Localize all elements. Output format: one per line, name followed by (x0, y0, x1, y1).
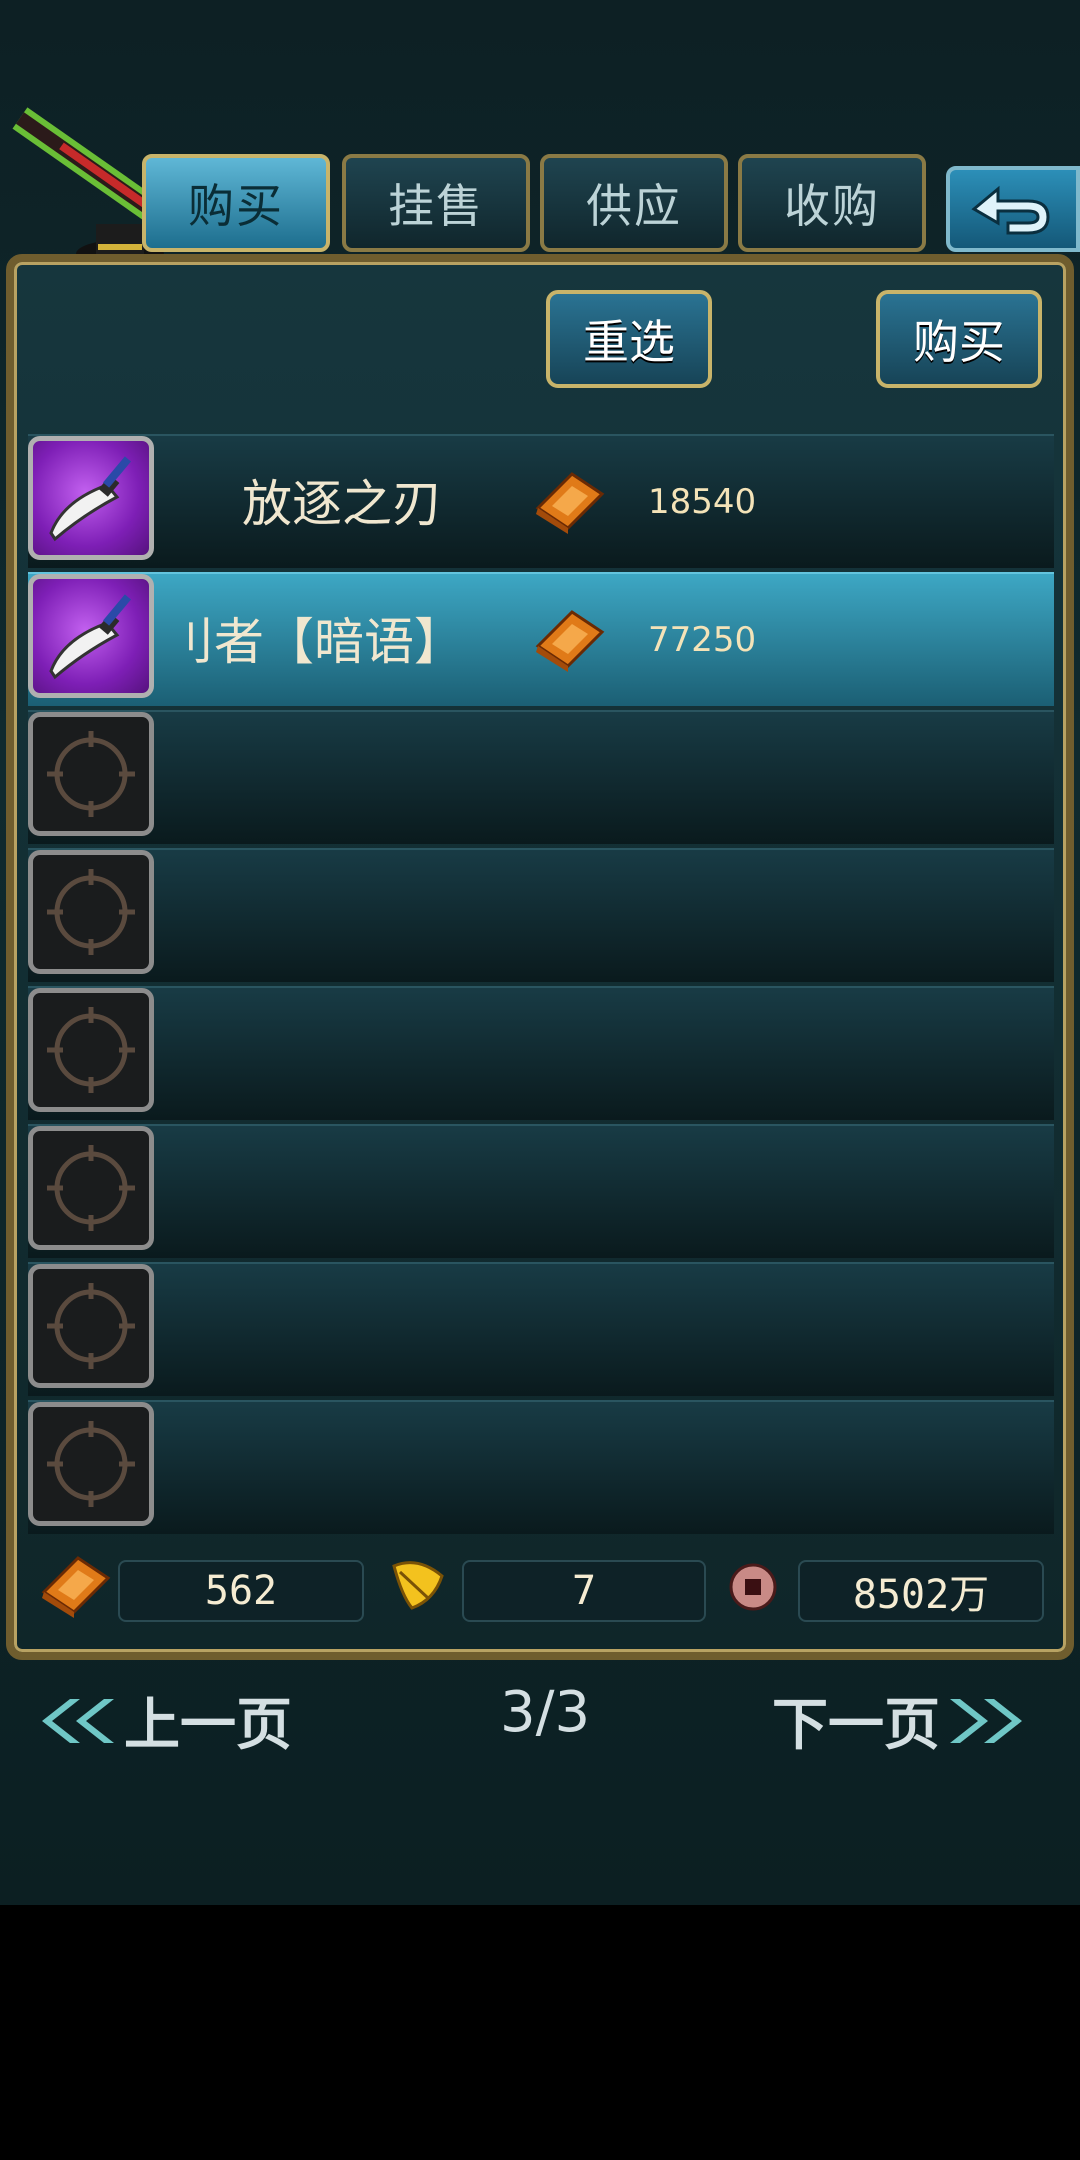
empty-slot (28, 1126, 154, 1250)
double-chevron-left-icon (42, 1698, 114, 1743)
blade-icon (49, 456, 131, 542)
empty-slot-icon (47, 731, 135, 817)
item-price: 77250 (648, 620, 757, 660)
listing-row[interactable]: 刂者【暗语】 77250 (28, 572, 1054, 706)
next-page-button[interactable]: 下一页 (772, 1680, 1044, 1761)
return-arrow-icon (971, 185, 1050, 235)
coin-balance: 8502万 (798, 1560, 1044, 1622)
tab-consign[interactable]: 挂售 (342, 154, 530, 252)
empty-slot (28, 1402, 154, 1526)
item-slot (28, 436, 154, 560)
tab-buy[interactable]: 购买 (142, 154, 330, 252)
empty-slot-row[interactable] (28, 1400, 1054, 1534)
empty-slot-row[interactable] (28, 710, 1054, 844)
item-slot (28, 574, 154, 698)
empty-slot-row[interactable] (28, 1262, 1054, 1396)
gold-leaf-icon (392, 1561, 444, 1610)
empty-slot-icon (47, 1007, 135, 1093)
listing-row[interactable]: 放逐之刃 18540 (28, 434, 1054, 568)
prev-page-label: 上一页 (124, 1693, 292, 1758)
empty-slot (28, 712, 154, 836)
empty-slot-icon (47, 1283, 135, 1369)
reselect-button[interactable]: 重选 (546, 290, 712, 388)
gold-balance: 562 (118, 1560, 364, 1622)
blade-icon (49, 594, 131, 680)
empty-slot-icon (47, 1421, 135, 1507)
gold-ingot-icon (535, 472, 605, 534)
gold-ingot-icon (535, 610, 605, 672)
item-name: 放逐之刃 (242, 475, 442, 533)
double-chevron-right-icon (950, 1698, 1022, 1743)
gold-ingot-icon (41, 1556, 111, 1618)
tab-supply[interactable]: 供应 (540, 154, 728, 252)
empty-slot (28, 1264, 154, 1388)
item-name: 刂者【暗语】 (164, 613, 464, 671)
leaf-balance: 7 (462, 1560, 706, 1622)
empty-slot-icon (47, 869, 135, 955)
back-button[interactable] (946, 166, 1080, 252)
page-indicator: 3/3 (500, 1680, 591, 1745)
copper-coin-icon (729, 1563, 777, 1611)
buy-button[interactable]: 购买 (876, 290, 1042, 388)
empty-slot (28, 850, 154, 974)
empty-slot-row[interactable] (28, 986, 1054, 1120)
game-screen: 购买 挂售 供应 收购 重选 购买 放逐之刃 18540 刂者【暗语】 7725… (0, 0, 1080, 1905)
next-page-label: 下一页 (772, 1693, 940, 1758)
prev-page-button[interactable]: 上一页 (20, 1680, 292, 1761)
empty-slot-row[interactable] (28, 1124, 1054, 1258)
empty-slot-icon (47, 1145, 135, 1231)
empty-slot-row[interactable] (28, 848, 1054, 982)
empty-slot (28, 988, 154, 1112)
item-price: 18540 (648, 482, 757, 522)
tab-purchase-order[interactable]: 收购 (738, 154, 926, 252)
